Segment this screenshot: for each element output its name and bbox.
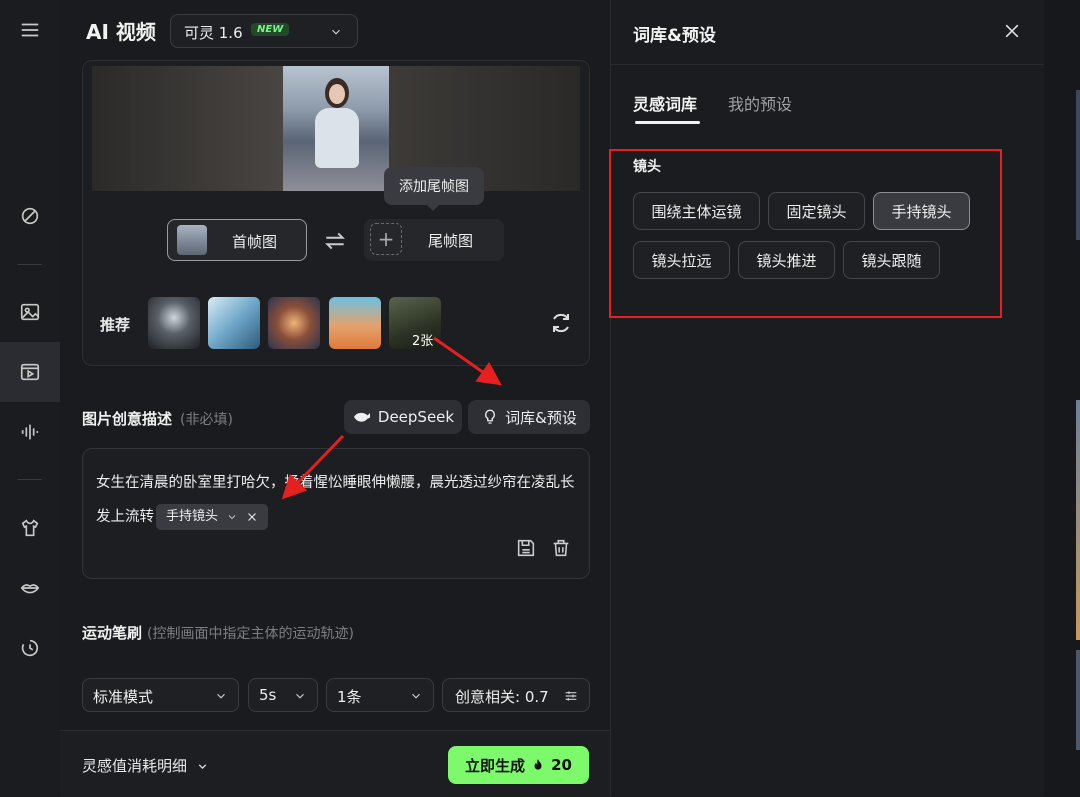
mode-select[interactable]: 标准模式 (82, 678, 239, 712)
background-thumbnail (1076, 650, 1080, 750)
deepseek-label: DeepSeek (377, 408, 455, 426)
generate-button[interactable]: 立即生成 20 (448, 746, 589, 784)
background-thumbnail (1076, 400, 1080, 640)
preset-button[interactable]: 词库&预设 (468, 400, 590, 434)
preset-drawer (610, 0, 1045, 796)
chevron-down-icon (198, 764, 207, 770)
generate-cost: 20 (551, 756, 572, 774)
flame-icon (534, 759, 542, 770)
recommend-more-count: 2张 (412, 334, 434, 349)
tooltip-arrow (426, 204, 440, 211)
magic-brush-icon[interactable] (0, 186, 60, 246)
recommend-thumbnail[interactable] (208, 297, 260, 349)
trash-icon[interactable] (550, 537, 572, 559)
first-frame-button[interactable]: 首帧图 (167, 219, 307, 261)
background-content-sliver (1044, 0, 1080, 796)
generate-label: 立即生成 (465, 756, 526, 775)
close-icon[interactable] (246, 511, 258, 523)
last-frame-label: 尾帧图 (428, 232, 474, 250)
duration-select[interactable]: 5s (248, 678, 318, 712)
chip-handheld-camera[interactable]: 手持镜头 (873, 192, 970, 230)
menu-icon[interactable] (0, 0, 60, 60)
chip-zoom-out[interactable]: 镜头拉远 (633, 241, 730, 279)
preview-figure-face (329, 84, 345, 104)
model-name: 可灵 1.6 (184, 24, 243, 42)
mode-value: 标准模式 (93, 688, 154, 706)
plus-icon: + (370, 223, 402, 255)
sliders-icon (565, 691, 577, 701)
cost-detail-toggle[interactable]: 灵感值消耗明细 (82, 755, 209, 776)
whale-icon (353, 412, 370, 422)
chevron-down-icon (217, 693, 225, 699)
page-title: AI 视频 (86, 20, 156, 44)
creativity-setting[interactable]: 创意相关: 0.7 (442, 678, 590, 712)
tab-inspiration-library[interactable]: 灵感词库 (633, 91, 697, 115)
camera-tag-label: 手持镜头 (166, 509, 219, 524)
duration-value: 5s (259, 686, 277, 704)
annotation-highlight-box (609, 149, 1002, 318)
recommend-label: 推荐 (100, 316, 131, 334)
chip-follow[interactable]: 镜头跟随 (843, 241, 940, 279)
chip-fixed-camera[interactable]: 固定镜头 (768, 192, 865, 230)
image-icon[interactable] (0, 282, 60, 342)
recommend-thumbnail[interactable] (329, 297, 381, 349)
preview-figure-body (315, 108, 359, 168)
first-frame-label: 首帧图 (232, 233, 278, 251)
video-icon[interactable] (0, 342, 60, 402)
chevron-down-icon (332, 29, 340, 35)
save-icon[interactable] (515, 537, 537, 559)
chevron-down-icon (296, 693, 304, 699)
camera-tag[interactable]: 手持镜头 (156, 504, 269, 530)
model-select[interactable]: 可灵 1.6 NEW (170, 14, 358, 48)
lightbulb-icon (485, 409, 496, 424)
category-label: 镜头 (633, 159, 661, 175)
recommend-thumbnail[interactable] (268, 297, 320, 349)
count-select[interactable]: 1条 (326, 678, 434, 712)
background-thumbnail (1076, 90, 1080, 240)
motion-brush-title: 运动笔刷 (82, 624, 143, 642)
description-title: 图片创意描述 (82, 410, 173, 428)
rail-divider (18, 479, 42, 480)
active-tab-indicator (635, 121, 700, 124)
close-icon[interactable] (1002, 21, 1022, 41)
preset-label: 词库&预设 (505, 408, 577, 427)
creativity-value: 创意相关: 0.7 (455, 688, 549, 706)
cost-detail-label: 灵感值消耗明细 (82, 757, 188, 775)
add-last-frame-tooltip: 添加尾帧图 (384, 167, 484, 205)
recommend-thumbnail[interactable] (148, 297, 200, 349)
tab-my-presets[interactable]: 我的预设 (728, 91, 792, 115)
rail-divider (18, 264, 42, 265)
chevron-down-icon[interactable] (226, 511, 238, 523)
chip-push-in[interactable]: 镜头推进 (738, 241, 835, 279)
chip-orbit-camera[interactable]: 围绕主体运镜 (633, 192, 760, 230)
lips-icon[interactable] (0, 558, 60, 618)
first-frame-thumbnail (177, 225, 207, 255)
drawer-divider (610, 64, 1044, 65)
shirt-icon[interactable] (0, 498, 60, 558)
description-hint: (非必填) (180, 412, 233, 428)
history-icon[interactable] (0, 618, 60, 678)
refresh-icon[interactable] (549, 311, 573, 335)
new-badge: NEW (251, 23, 290, 36)
motion-brush-hint: (控制画面中指定主体的运动轨迹) (147, 626, 354, 642)
icon-rail (0, 0, 61, 796)
audio-wave-icon[interactable] (0, 402, 60, 462)
chevron-down-icon (412, 693, 420, 699)
deepseek-button[interactable]: DeepSeek (344, 400, 462, 434)
count-value: 1条 (337, 688, 362, 706)
last-frame-button[interactable]: + 尾帧图 (364, 219, 504, 261)
description-content[interactable]: 女生在清晨的卧室里打哈欠，揉着惺忪睡眼伸懒腰，晨光透过纱帘在凌乱长发上流转 手持镜… (96, 466, 580, 534)
drawer-title: 词库&预设 (633, 26, 716, 46)
swap-icon[interactable] (322, 228, 348, 254)
